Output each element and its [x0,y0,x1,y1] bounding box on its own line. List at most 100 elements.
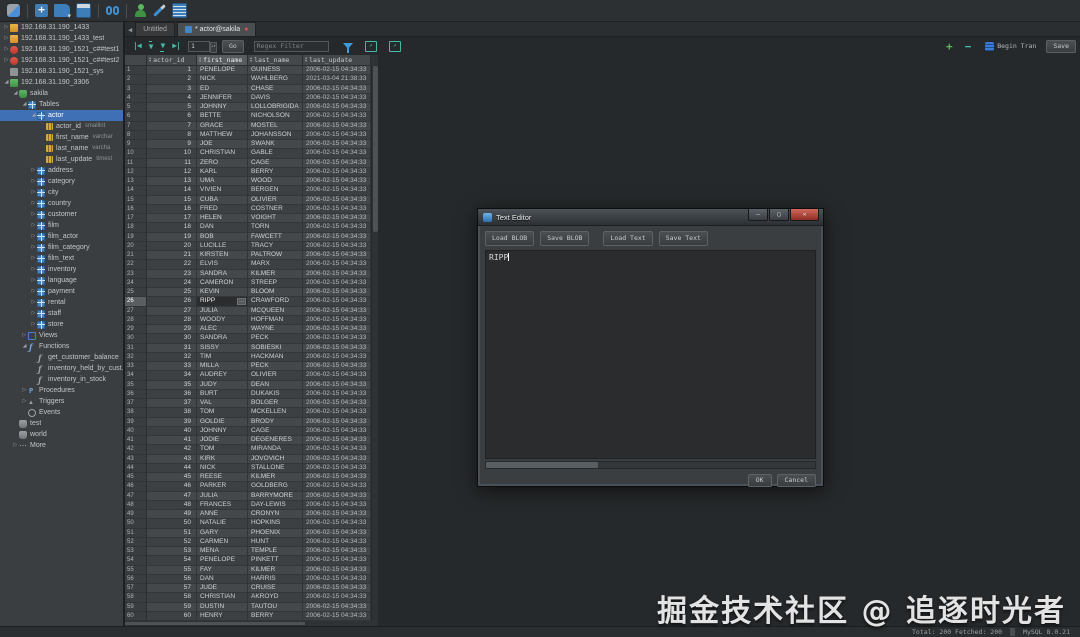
minimize-button[interactable]: — [748,209,768,221]
go-button[interactable]: Go [222,40,244,53]
row-number-cell[interactable]: 26 [125,297,147,306]
column-header-last-name[interactable]: ▲▼last_name [248,55,303,66]
row-number-cell[interactable]: 54 [125,556,147,565]
tree-item-actor-id[interactable]: actor_idsmallint [0,121,123,132]
save-icon[interactable] [76,3,91,18]
tree-item-functions[interactable]: ◢Functions [0,341,123,352]
row-number-cell[interactable]: 46 [125,482,147,491]
row-number-cell[interactable]: 41 [125,436,147,445]
seek-top-icon[interactable]: ▼ [149,41,153,52]
collapsed-arrow-icon[interactable]: ▷ [30,264,37,275]
find-icon[interactable] [106,4,119,17]
table-row[interactable]: 3636BURTDUKAKIS2006-02-15 04:34:33 [125,390,378,399]
row-number-cell[interactable]: 19 [125,233,147,242]
table-row[interactable]: 3737VALBOLGER2006-02-15 04:34:33 [125,399,378,408]
table-row[interactable]: 2020LUCILLETRACY2006-02-15 04:34:33 [125,242,378,251]
expanded-arrow-icon[interactable]: ◢ [3,77,10,88]
tab-untitled[interactable]: Untitled [135,22,175,36]
table-row[interactable]: 5050NATALIEHOPKINS2006-02-15 04:34:33 [125,519,378,528]
table-row[interactable]: 66BETTENICHOLSON2006-02-15 04:34:33 [125,112,378,121]
tree-item-language[interactable]: ▷language [0,275,123,286]
table-row[interactable]: 4545REESEKILMER2006-02-15 04:34:33 [125,473,378,482]
blob-text-area[interactable]: RIPP [485,250,816,459]
collapsed-arrow-icon[interactable]: ▷ [30,297,37,308]
table-row[interactable]: 99JOESWANK2006-02-15 04:34:33 [125,140,378,149]
close-button[interactable]: ✕ [790,209,819,221]
row-number-cell[interactable]: 49 [125,510,147,519]
row-number-cell[interactable]: 42 [125,445,147,454]
add-row-icon[interactable]: + [946,41,953,52]
sort-icon[interactable]: ▲▼ [305,57,307,63]
table-row[interactable]: 3434AUDREYOLIVIER2006-02-15 04:34:33 [125,371,378,380]
collapsed-arrow-icon[interactable]: ▷ [21,385,28,396]
row-number-cell[interactable]: 56 [125,575,147,584]
tree-item-last-name[interactable]: last_namevarcha [0,143,123,154]
sort-icon[interactable]: ▲▼ [199,57,201,63]
row-number-cell[interactable]: 24 [125,279,147,288]
tree-item-192-168-31-190-1521-c-test2[interactable]: ▷192.168.31.190_1521_c##test2 [0,55,123,66]
row-number-cell[interactable]: 10 [125,149,147,158]
row-number-cell[interactable]: 52 [125,538,147,547]
table-row[interactable]: 88MATTHEWJOHANSSON2006-02-15 04:34:33 [125,131,378,140]
scrollbar-thumb[interactable] [486,462,598,468]
tree-item-192-168-31-190-1433-test[interactable]: ▷192.168.31.190_1433_test [0,33,123,44]
row-number-cell[interactable]: 17 [125,214,147,223]
table-row[interactable]: 4242TOMMIRANDA2006-02-15 04:34:33 [125,445,378,454]
tree-item-192-168-31-190-1521-c-test1[interactable]: ▷192.168.31.190_1521_c##test1 [0,44,123,55]
regex-filter-input[interactable]: Regex Filter [254,41,329,52]
collapsed-arrow-icon[interactable]: ▷ [30,198,37,209]
expanded-arrow-icon[interactable]: ◢ [21,99,28,110]
dialog-title-bar[interactable]: Text Editor — ▢ ✕ [478,209,823,226]
row-number-cell[interactable]: 55 [125,566,147,575]
table-row[interactable]: 44JENNIFERDAVIS2006-02-15 04:34:33 [125,94,378,103]
tree-item-test[interactable]: test [0,418,123,429]
collapsed-arrow-icon[interactable]: ▷ [3,55,10,66]
filter-funnel-icon[interactable] [343,43,353,49]
table-row[interactable]: 4646PARKERGOLDBERG2006-02-15 04:34:33 [125,482,378,491]
row-number-cell[interactable]: 14 [125,186,147,195]
expanded-arrow-icon[interactable]: ◢ [12,88,19,99]
table-row[interactable]: 3030SANDRAPECK2006-02-15 04:34:33 [125,334,378,343]
tree-item-more[interactable]: ▷More [0,440,123,451]
table-row[interactable]: 3131SISSYSOBIESKI2006-02-15 04:34:33 [125,344,378,353]
first-record-icon[interactable]: |◀ [133,41,141,51]
table-row[interactable]: 4747JULIABARRYMORE2006-02-15 04:34:33 [125,492,378,501]
table-row[interactable]: 1818DANTORN2006-02-15 04:34:33 [125,223,378,232]
row-number-cell[interactable]: 28 [125,316,147,325]
save-text-button[interactable]: Save Text [659,231,708,246]
table-row[interactable]: 2121KIRSTENPALTROW2006-02-15 04:34:33 [125,251,378,260]
grid-vertical-scrollbar[interactable] [371,66,378,621]
row-number-cell[interactable]: 35 [125,381,147,390]
row-number-cell[interactable]: 43 [125,455,147,464]
table-row[interactable]: 6060HENRYBERRY2006-02-15 04:34:33 [125,612,378,621]
tree-item-customer[interactable]: ▷customer [0,209,123,220]
table-row[interactable]: 5151GARYPHOENIX2006-02-15 04:34:33 [125,529,378,538]
last-record-icon[interactable]: ▶| [172,41,180,51]
tree-item-address[interactable]: ▷address [0,165,123,176]
record-number-input[interactable]: 1 ▴▾ [188,41,210,52]
collapsed-arrow-icon[interactable]: ▷ [30,286,37,297]
table-row[interactable]: 1616FREDCOSTNER2006-02-15 04:34:33 [125,205,378,214]
table-row[interactable]: 2929ALECWAYNE2006-02-15 04:34:33 [125,325,378,334]
tab-actor-sakila[interactable]: * actor@sakila● [177,22,256,36]
row-number-cell[interactable]: 23 [125,270,147,279]
row-number-cell[interactable]: 45 [125,473,147,482]
tree-item-events[interactable]: Events [0,407,123,418]
row-number-cell[interactable]: 51 [125,529,147,538]
open-in-editor-icon[interactable]: ↗ [389,41,401,52]
row-number-cell[interactable]: 58 [125,593,147,602]
row-number-cell[interactable]: 47 [125,492,147,501]
row-number-cell[interactable]: 36 [125,390,147,399]
row-number-cell[interactable]: 16 [125,205,147,214]
tree-item-get-customer-balance[interactable]: get_customer_balance [0,352,123,363]
collapsed-arrow-icon[interactable]: ▷ [3,44,10,55]
tree-item-192-168-31-190-1521-sys[interactable]: 192.168.31.190_1521_sys [0,66,123,77]
table-row[interactable]: 5656DANHARRIS2006-02-15 04:34:33 [125,575,378,584]
user-icon[interactable] [134,4,147,17]
row-number-cell[interactable]: 48 [125,501,147,510]
collapsed-arrow-icon[interactable]: ▷ [3,22,10,33]
table-row[interactable]: 1414VIVIENBERGEN2006-02-15 04:34:33 [125,186,378,195]
row-number-cell[interactable]: 40 [125,427,147,436]
tree-item-store[interactable]: ▷store [0,319,123,330]
row-number-cell[interactable]: 39 [125,418,147,427]
